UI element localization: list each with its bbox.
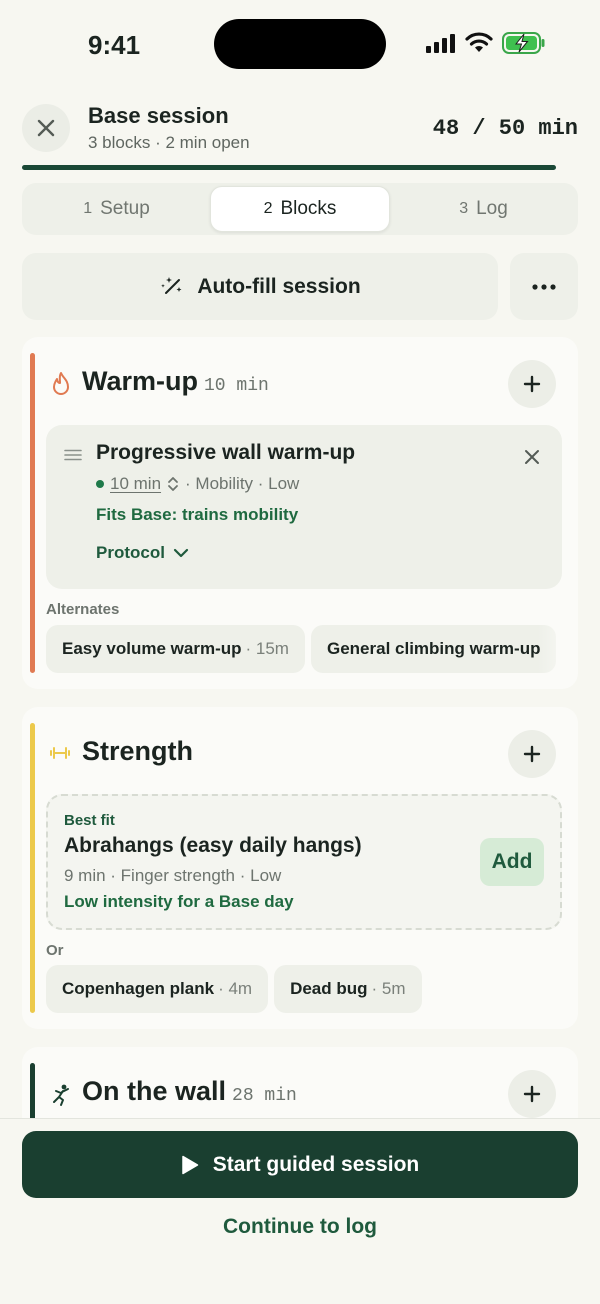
start-label: Start guided session <box>212 1152 420 1176</box>
session-title: Base session <box>88 103 229 128</box>
plus-icon <box>523 375 541 393</box>
status-time: 9:41 <box>88 30 141 60</box>
climber-icon <box>53 1084 69 1106</box>
close-icon <box>37 119 55 137</box>
dumbbell-icon <box>50 747 70 759</box>
alternate-chip[interactable]: Easy volume warm-up · 15m <box>46 625 305 673</box>
chevron-down-icon <box>173 548 189 558</box>
exercise-fit-note: Fits Base: trains mobility <box>96 505 299 524</box>
session-subtitle: 3 blocks · 2 min open <box>88 133 250 152</box>
play-icon <box>181 1155 198 1174</box>
magic-wand-icon <box>161 276 182 294</box>
session-header: Base session 3 blocks · 2 min open 48 / … <box>22 102 578 160</box>
chip-name: Copenhagen plank <box>62 979 215 998</box>
bottom-action-bar: Start guided session Continue to log <box>0 1118 600 1304</box>
add-block-button[interactable] <box>508 730 556 778</box>
exercise-title: Progressive wall warm-up <box>96 441 356 464</box>
or-label: Or <box>46 942 64 959</box>
section-title: Strength <box>82 736 193 767</box>
wifi-icon <box>465 32 493 52</box>
chip-name: General climbing warm-up <box>326 639 541 658</box>
alternate-chip[interactable]: General climbing warm-up <box>310 625 557 673</box>
exercise-category: · Mobility · Low <box>185 474 300 493</box>
section-title-text: Warm-up <box>82 366 198 396</box>
plus-icon <box>523 1085 541 1103</box>
close-button[interactable] <box>22 104 70 152</box>
alternates-label: Alternates <box>46 601 120 618</box>
battery-charging-icon <box>502 32 545 54</box>
autofill-label: Auto-fill session <box>197 274 361 298</box>
protocol-toggle[interactable]: Protocol <box>96 543 189 563</box>
scroll-fade <box>538 625 578 673</box>
start-guided-session-button[interactable]: Start guided session <box>22 1131 578 1198</box>
best-fit-card: Best fit Abrahangs (easy daily hangs) 9 … <box>46 794 562 930</box>
section-title-text: Strength <box>82 736 193 766</box>
tab-number: 3 <box>459 200 469 217</box>
tab-setup[interactable]: 1 Setup <box>25 186 208 232</box>
alternates-list: Easy volume warm-up · 15m General climbing… <box>46 625 578 673</box>
warmup-accent-bar <box>30 353 35 673</box>
chip-meta: · 15m <box>245 639 289 658</box>
more-options-button[interactable] <box>510 253 578 320</box>
drag-handle-icon[interactable] <box>64 449 82 461</box>
add-block-button[interactable] <box>508 1070 556 1118</box>
autofill-session-button[interactable]: Auto-fill session <box>22 253 498 320</box>
exercise-card[interactable]: Progressive wall warm-up 10 min · Mobili… <box>46 425 562 589</box>
continue-to-log-link[interactable]: Continue to log <box>0 1215 600 1239</box>
tab-label: Blocks <box>280 198 337 219</box>
best-fit-note: Low intensity for a Base day <box>64 892 294 911</box>
status-dot <box>96 480 104 488</box>
tab-label: Log <box>476 198 508 219</box>
option-chip[interactable]: Dead bug · 5m <box>274 965 422 1013</box>
plus-icon <box>523 745 541 763</box>
add-block-button[interactable] <box>508 360 556 408</box>
session-time-used: 48 / 50 min <box>432 116 578 141</box>
session-progress-bar <box>22 165 556 170</box>
add-button[interactable]: Add <box>480 838 544 886</box>
more-dots-icon <box>532 283 556 290</box>
chip-name: Dead bug <box>290 979 368 998</box>
section-title: On the wall 28 min <box>82 1076 297 1107</box>
section-title: Warm-up 10 min <box>82 366 269 397</box>
tab-number: 2 <box>263 200 273 217</box>
tab-label: Setup <box>100 198 150 219</box>
strength-section: Strength Best fit Abrahangs (easy daily … <box>22 707 578 1029</box>
warmup-section: Warm-up 10 min Progressive wall warm-up 1… <box>22 337 578 689</box>
cellular-signal-icon <box>426 34 455 53</box>
tab-log[interactable]: 3 Log <box>392 186 575 232</box>
remove-exercise-icon[interactable] <box>524 449 540 465</box>
option-chip[interactable]: Copenhagen plank · 4m <box>46 965 269 1013</box>
best-fit-meta: 9 min · Finger strength · Low <box>64 866 282 885</box>
best-fit-title: Abrahangs (easy daily hangs) <box>64 834 362 857</box>
exercise-meta: 10 min · Mobility · Low <box>96 474 299 494</box>
strength-accent-bar <box>30 723 35 1013</box>
chevron-up-down-icon[interactable] <box>167 475 179 493</box>
chip-meta: · 4m <box>218 979 253 998</box>
options-list: Copenhagen plank · 4m Dead bug · 5m <box>46 965 578 1013</box>
chip-meta: · 5m <box>371 979 406 998</box>
section-duration: 28 min <box>232 1086 297 1106</box>
tab-number: 1 <box>83 200 93 217</box>
status-bar: 9:41 <box>0 0 600 90</box>
duration-stepper[interactable]: 10 min <box>110 474 161 494</box>
best-fit-label: Best fit <box>64 812 115 829</box>
flame-icon <box>53 372 69 395</box>
dynamic-island <box>214 19 386 69</box>
tab-blocks[interactable]: 2 Blocks <box>210 186 390 232</box>
chip-name: Easy volume warm-up <box>62 639 242 658</box>
section-title-text: On the wall <box>82 1076 227 1106</box>
protocol-label: Protocol <box>96 543 165 562</box>
step-tabs: 1 Setup 2 Blocks 3 Log <box>22 183 578 235</box>
section-duration: 10 min <box>204 376 269 396</box>
